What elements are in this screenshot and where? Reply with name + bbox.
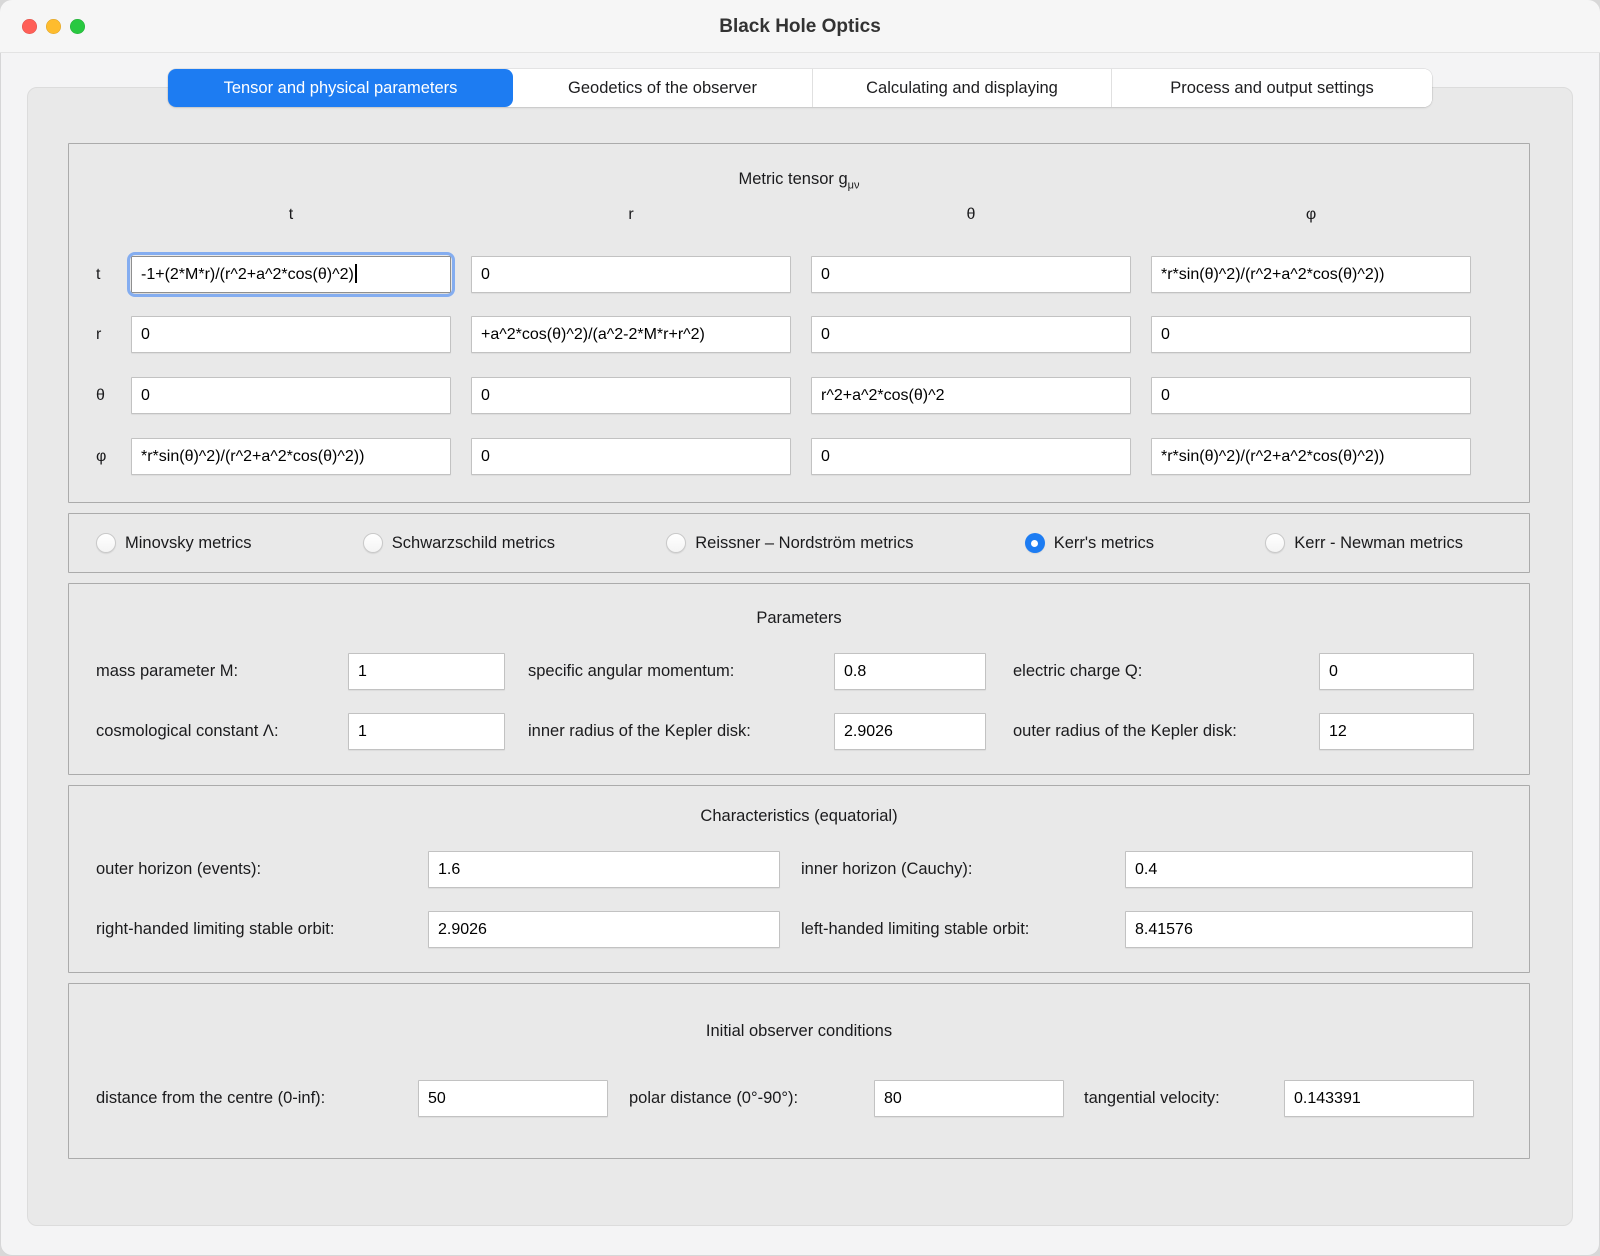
cosmological-constant-input[interactable]: 1 (348, 713, 505, 750)
tensor-row-header-phi: φ (96, 448, 111, 466)
radio-kerrs-metrics[interactable]: Kerr's metrics (1025, 533, 1154, 553)
tensor-col-header-t: t (131, 206, 451, 224)
initial-conditions-title: Initial observer conditions (69, 1022, 1529, 1041)
electric-charge-label: electric charge Q: (1013, 662, 1319, 681)
initial-conditions-group: Initial observer conditions distance fro… (68, 983, 1530, 1159)
tensor-row-r: r 0 +a^2*cos(θ)^2)/(a^2-2*M*r+r^2) 0 0 (96, 316, 1471, 353)
tensor-cell-phi-phi[interactable]: *r*sin(θ)^2)/(r^2+a^2*cos(θ)^2)) (1151, 438, 1471, 475)
mass-parameter-label: mass parameter M: (96, 662, 348, 681)
radio-selected-icon (1025, 533, 1045, 553)
tensor-cell-t-phi[interactable]: *r*sin(θ)^2)/(r^2+a^2*cos(θ)^2)) (1151, 256, 1471, 293)
app-window: Black Hole Optics Tensor and physical pa… (0, 0, 1600, 1256)
tangential-velocity-input[interactable]: 0.143391 (1284, 1080, 1474, 1117)
inner-horizon-input[interactable]: 0.4 (1125, 851, 1473, 888)
tensor-cell-theta-r[interactable]: 0 (471, 377, 791, 414)
metrics-selection-group: Minovsky metrics Schwarzschild metrics R… (68, 513, 1530, 573)
characteristics-row-2: right-handed limiting stable orbit: 2.90… (96, 911, 1473, 948)
radio-label: Kerr's metrics (1054, 534, 1154, 553)
tensor-row-header-t: t (96, 266, 111, 284)
tab-calculating-and-displaying[interactable]: Calculating and displaying (813, 69, 1112, 107)
tensor-column-headers: t r θ φ (96, 206, 1471, 224)
polar-distance-label: polar distance (0°-90°): (629, 1089, 874, 1108)
window-title: Black Hole Optics (0, 0, 1600, 53)
tensor-cell-theta-t[interactable]: 0 (131, 377, 451, 414)
radio-schwarzschild-metrics[interactable]: Schwarzschild metrics (363, 533, 555, 553)
tab-geodetics-of-the-observer[interactable]: Geodetics of the observer (513, 69, 813, 107)
angular-momentum-input[interactable]: 0.8 (834, 653, 986, 690)
parameters-title: Parameters (69, 609, 1529, 628)
kepler-inner-radius-input[interactable]: 2.9026 (834, 713, 986, 750)
distance-from-centre-label: distance from the centre (0-inf): (96, 1089, 418, 1108)
parameters-group: Parameters mass parameter M: 1 specific … (68, 583, 1530, 775)
electric-charge-input[interactable]: 0 (1319, 653, 1474, 690)
title-bar: Black Hole Optics (0, 0, 1600, 53)
tensor-row-t: t -1+(2*M*r)/(r^2+a^2*cos(θ)^2) 0 0 *r*s… (96, 256, 1471, 293)
kepler-inner-radius-label: inner radius of the Kepler disk: (528, 722, 834, 741)
radio-minovsky-metrics[interactable]: Minovsky metrics (96, 533, 252, 553)
tensor-col-header-r: r (471, 206, 791, 224)
radio-label: Reissner – Nordström metrics (695, 534, 913, 553)
text-caret (355, 264, 357, 283)
tensor-cell-t-theta[interactable]: 0 (811, 256, 1131, 293)
inner-horizon-label: inner horizon (Cauchy): (801, 860, 1125, 879)
initial-conditions-row: distance from the centre (0-inf): 50 pol… (96, 1080, 1474, 1117)
tensor-cell-r-t[interactable]: 0 (131, 316, 451, 353)
tensor-cell-theta-phi[interactable]: 0 (1151, 377, 1471, 414)
tensor-col-header-phi: φ (1151, 206, 1471, 224)
tensor-row-header-theta: θ (96, 387, 111, 405)
right-handed-orbit-label: right-handed limiting stable orbit: (96, 920, 428, 939)
mass-parameter-input[interactable]: 1 (348, 653, 505, 690)
right-handed-orbit-input[interactable]: 2.9026 (428, 911, 780, 948)
kepler-outer-radius-input[interactable]: 12 (1319, 713, 1474, 750)
characteristics-title: Characteristics (equatorial) (69, 807, 1529, 826)
tensor-cell-phi-t[interactable]: *r*sin(θ)^2)/(r^2+a^2*cos(θ)^2)) (131, 438, 451, 475)
outer-horizon-input[interactable]: 1.6 (428, 851, 780, 888)
tensor-row-theta: θ 0 0 r^2+a^2*cos(θ)^2 0 (96, 377, 1471, 414)
tensor-cell-t-t[interactable]: -1+(2*M*r)/(r^2+a^2*cos(θ)^2) (131, 256, 451, 293)
tensor-row-phi: φ *r*sin(θ)^2)/(r^2+a^2*cos(θ)^2)) 0 0 *… (96, 438, 1471, 475)
radio-unselected-icon (96, 533, 116, 553)
tensor-cell-r-r[interactable]: +a^2*cos(θ)^2)/(a^2-2*M*r+r^2) (471, 316, 791, 353)
radio-unselected-icon (363, 533, 383, 553)
tensor-row-header-r: r (96, 326, 111, 344)
tab-tensor-and-physical-parameters[interactable]: Tensor and physical parameters (168, 69, 513, 107)
outer-horizon-label: outer horizon (events): (96, 860, 428, 879)
parameters-row-1: mass parameter M: 1 specific angular mom… (96, 653, 1474, 690)
tensor-cell-phi-r[interactable]: 0 (471, 438, 791, 475)
cosmological-constant-label: cosmological constant Λ: (96, 722, 348, 741)
metric-tensor-group: Metric tensor gμν t r θ φ t -1+(2*M*r)/(… (68, 143, 1530, 503)
radio-unselected-icon (666, 533, 686, 553)
tensor-cell-t-r[interactable]: 0 (471, 256, 791, 293)
radio-label: Schwarzschild metrics (392, 534, 555, 553)
metric-tensor-title: Metric tensor gμν (69, 170, 1529, 191)
tensor-col-header-theta: θ (811, 206, 1131, 224)
tensor-cell-r-theta[interactable]: 0 (811, 316, 1131, 353)
tensor-cell-r-phi[interactable]: 0 (1151, 316, 1471, 353)
tensor-cell-t-t-value: -1+(2*M*r)/(r^2+a^2*cos(θ)^2) (141, 266, 354, 283)
kepler-outer-radius-label: outer radius of the Kepler disk: (1013, 722, 1319, 741)
radio-label: Minovsky metrics (125, 534, 252, 553)
polar-distance-input[interactable]: 80 (874, 1080, 1064, 1117)
tensor-cell-theta-theta[interactable]: r^2+a^2*cos(θ)^2 (811, 377, 1131, 414)
parameters-row-2: cosmological constant Λ: 1 inner radius … (96, 713, 1474, 750)
characteristics-group: Characteristics (equatorial) outer horiz… (68, 785, 1530, 973)
radio-unselected-icon (1265, 533, 1285, 553)
angular-momentum-label: specific angular momentum: (528, 662, 834, 681)
tangential-velocity-label: tangential velocity: (1084, 1089, 1284, 1108)
left-handed-orbit-input[interactable]: 8.41576 (1125, 911, 1473, 948)
left-handed-orbit-label: left-handed limiting stable orbit: (801, 920, 1125, 939)
radio-label: Kerr - Newman metrics (1294, 534, 1463, 553)
characteristics-row-1: outer horizon (events): 1.6 inner horizo… (96, 851, 1473, 888)
radio-reissner-nordstrom-metrics[interactable]: Reissner – Nordström metrics (666, 533, 913, 553)
radio-kerr-newman-metrics[interactable]: Kerr - Newman metrics (1265, 533, 1463, 553)
tensor-cell-phi-theta[interactable]: 0 (811, 438, 1131, 475)
tab-process-and-output-settings[interactable]: Process and output settings (1112, 69, 1432, 107)
metrics-radio-row: Minovsky metrics Schwarzschild metrics R… (96, 514, 1463, 572)
tab-bar: Tensor and physical parameters Geodetics… (168, 69, 1432, 107)
distance-from-centre-input[interactable]: 50 (418, 1080, 608, 1117)
